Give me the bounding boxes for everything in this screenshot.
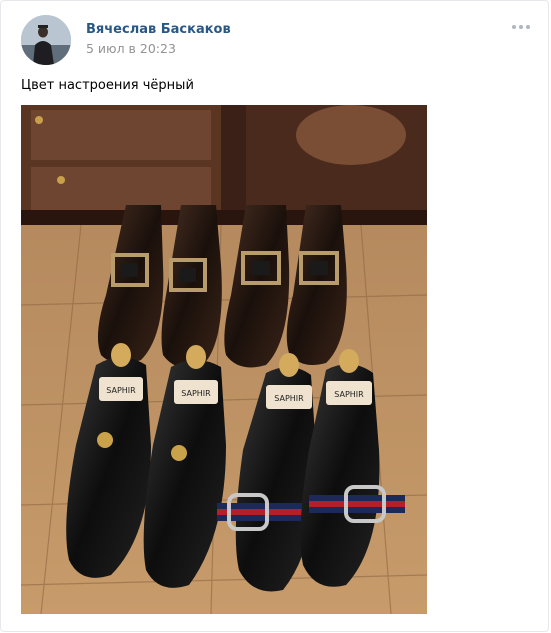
dot — [519, 25, 523, 29]
post-text: Цвет настроения чёрный — [21, 78, 194, 93]
saphir-label: SAPHIR — [181, 389, 211, 398]
author-avatar[interactable] — [21, 15, 71, 65]
saphir-label: SAPHIR — [334, 390, 364, 399]
wall-post: Вячеслав Баскаков 5 июл в 20:23 Цвет нас… — [0, 0, 549, 632]
saphir-label: SAPHIR — [106, 386, 136, 395]
post-date[interactable]: 5 июл в 20:23 — [86, 41, 176, 56]
more-horizontal-icon[interactable] — [512, 25, 530, 29]
shoes-photo-illustration: SAPHIR SAPHIR SAPHIR SAPHIR — [21, 105, 427, 614]
dot — [526, 25, 530, 29]
saphir-label: SAPHIR — [274, 394, 304, 403]
dot — [512, 25, 516, 29]
avatar-photo — [21, 15, 71, 65]
author-name[interactable]: Вячеслав Баскаков — [86, 22, 231, 37]
post-photo[interactable]: SAPHIR SAPHIR SAPHIR SAPHIR — [21, 105, 427, 614]
